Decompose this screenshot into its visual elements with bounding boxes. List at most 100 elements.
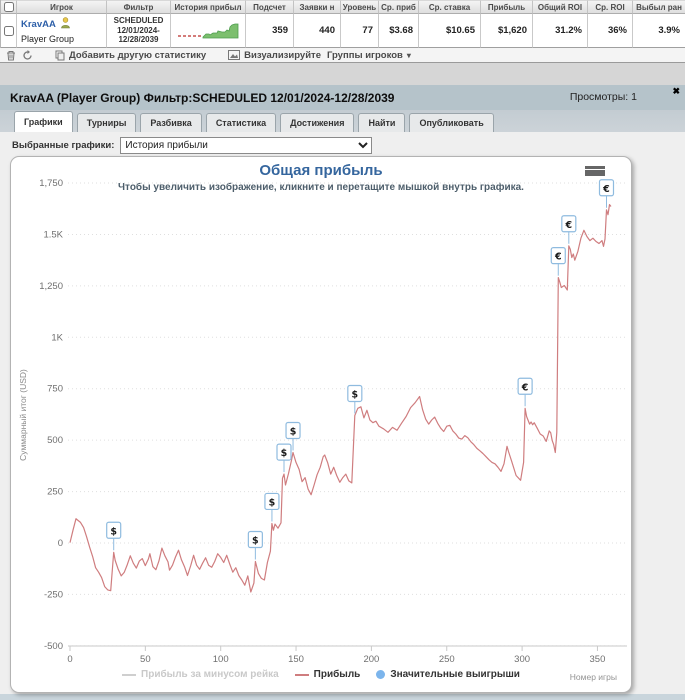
bottom-strip xyxy=(0,694,685,700)
trash-icon xyxy=(7,50,15,60)
visualize-button[interactable]: Визуализируйте xyxy=(228,50,321,61)
tab-find[interactable]: Найти xyxy=(358,113,406,132)
refresh-icon xyxy=(23,49,32,60)
x-tick-label: 150 xyxy=(288,654,304,665)
table-row[interactable]: KravAA Player Group SCHEDULED 12/01/2024… xyxy=(1,14,685,48)
select-all-checkbox[interactable] xyxy=(3,2,14,12)
row-select-cell xyxy=(1,14,17,48)
add-statistic-button[interactable]: Добавить другую статистику xyxy=(55,50,206,61)
col-header[interactable]: Ср. ROI xyxy=(588,0,633,14)
close-icon[interactable]: ✖ xyxy=(672,85,680,97)
player-stats-table: Игрок Фильтр История прибыл Подсчет Заяв… xyxy=(0,0,685,48)
player-groups-dropdown[interactable]: Группы игроков ▾ xyxy=(327,50,411,61)
page: Игрок Фильтр История прибыл Подсчет Заяв… xyxy=(0,0,685,700)
tab-breakdown[interactable]: Разбивка xyxy=(140,113,202,132)
report-tab-bar: Графики Турниры Разбивка Статистика Дост… xyxy=(0,110,685,132)
y-tick-label: -500 xyxy=(44,641,63,652)
col-header[interactable]: Игрок xyxy=(17,0,107,14)
player-cell: KravAA Player Group xyxy=(17,14,107,48)
level-cell: 77 xyxy=(341,14,379,48)
count-cell: 359 xyxy=(246,14,294,48)
legend-dash-icon xyxy=(294,673,309,676)
tab-statistics[interactable]: Статистика xyxy=(205,113,277,132)
tab-graphs[interactable]: Графики xyxy=(14,111,73,132)
marker-symbol: € xyxy=(565,220,573,231)
refresh-button[interactable] xyxy=(22,49,33,61)
y-tick-label: 0 xyxy=(58,538,63,549)
player-group-label: Player Group xyxy=(21,33,75,44)
player-name-link[interactable]: KravAA xyxy=(21,19,56,31)
entries-cell: 440 xyxy=(294,14,341,48)
col-header[interactable]: Общий ROI xyxy=(533,0,588,14)
copy-icon xyxy=(55,50,65,60)
legend-item-significant-wins[interactable]: Значительные выигрыши xyxy=(376,669,520,680)
image-icon xyxy=(228,50,241,60)
profit-history-cell xyxy=(171,14,246,48)
x-tick-label: 100 xyxy=(213,654,229,665)
table-toolbar: Добавить другую статистику Визуализируйт… xyxy=(0,48,685,63)
y-tick-label: 500 xyxy=(47,435,63,446)
x-tick-label: 300 xyxy=(514,654,530,665)
chart-legend: Прибыль за минусом рейка Прибыль Значите… xyxy=(11,669,631,680)
row-checkbox[interactable] xyxy=(3,25,14,36)
legend-dash-icon xyxy=(122,673,137,676)
col-header[interactable]: История прибыл xyxy=(171,0,246,14)
spacer-strip xyxy=(0,63,685,85)
marker-symbol: $ xyxy=(290,426,297,437)
y-tick-label: -250 xyxy=(44,589,63,600)
graph-select-row: Выбранные графики: История прибыли xyxy=(12,137,373,154)
col-header[interactable]: Ср. приб xyxy=(379,0,419,14)
avg-roi-cell: 36% xyxy=(588,14,633,48)
delete-button[interactable] xyxy=(6,50,16,61)
marker-symbol: € xyxy=(602,184,610,195)
col-header[interactable]: Выбыл ран xyxy=(633,0,685,14)
graph-select[interactable]: История прибыли xyxy=(120,137,373,154)
y-tick-label: 250 xyxy=(47,487,63,498)
x-tick-label: 200 xyxy=(363,654,379,665)
legend-item-profit-minus-rake[interactable]: Прибыль за минусом рейка xyxy=(122,669,279,680)
player-icon xyxy=(60,16,71,33)
y-tick-label: 1K xyxy=(51,332,63,343)
profit-chart-svg: 1,750 1.5K 1,250 1K 750 500 250 0 -250 -500 0 50 100… xyxy=(18,178,627,665)
xaxis-title: Номер игры xyxy=(569,672,617,682)
profit-history-sparkline xyxy=(178,23,239,38)
marker-symbol: € xyxy=(521,382,529,393)
x-tick-label: 50 xyxy=(140,654,151,665)
col-header[interactable]: Подсчет xyxy=(246,0,294,14)
y-tick-label: 1,750 xyxy=(39,178,63,189)
col-header[interactable]: Прибыль xyxy=(481,0,533,14)
marker-symbol: $ xyxy=(252,536,259,547)
x-tick-label: 350 xyxy=(590,654,606,665)
chevron-down-icon: ▾ xyxy=(406,50,411,60)
marker-symbol: € xyxy=(554,252,562,263)
graph-select-label: Выбранные графики: xyxy=(12,140,115,151)
y-tick-label: 1.5K xyxy=(43,229,63,240)
total-roi-cell: 31.2% xyxy=(533,14,588,48)
report-title: KravAA (Player Group) Фильтр:SCHEDULED 1… xyxy=(10,90,395,105)
tab-publish[interactable]: Опубликовать xyxy=(409,113,494,132)
marker-symbol: $ xyxy=(352,389,359,400)
col-header[interactable]: Фильтр xyxy=(107,0,171,14)
tab-achievements[interactable]: Достижения xyxy=(280,113,355,132)
avg-stake-cell: $10.65 xyxy=(419,14,481,48)
col-header[interactable]: Уровень xyxy=(341,0,379,14)
chart-container[interactable]: Общая прибыль Чтобы увеличить изображени… xyxy=(10,156,632,693)
views-counter: Просмотры: 1 xyxy=(569,91,637,103)
profit-cell: $1,620 xyxy=(481,14,533,48)
select-all-cell xyxy=(1,0,17,14)
legend-item-profit[interactable]: Прибыль xyxy=(294,669,360,680)
x-tick-label: 250 xyxy=(439,654,455,665)
profit-line xyxy=(69,203,612,593)
yaxis-title: Суммарный итог (USD) xyxy=(18,369,28,461)
marker-symbol: $ xyxy=(269,497,276,508)
y-tick-label: 750 xyxy=(47,384,63,395)
x-tick-label: 0 xyxy=(67,654,72,665)
legend-dot-icon xyxy=(376,670,386,679)
col-header[interactable]: Заявки н xyxy=(294,0,341,14)
col-header[interactable]: Ср. ставка xyxy=(419,0,481,14)
tab-tournaments[interactable]: Турниры xyxy=(76,113,137,132)
marker-symbol: $ xyxy=(110,526,117,537)
report-panel-header: KravAA (Player Group) Фильтр:SCHEDULED 1… xyxy=(0,85,685,110)
filter-cell: SCHEDULED 12/01/2024- 12/28/2039 xyxy=(107,14,171,48)
marker-symbol: $ xyxy=(281,448,288,459)
